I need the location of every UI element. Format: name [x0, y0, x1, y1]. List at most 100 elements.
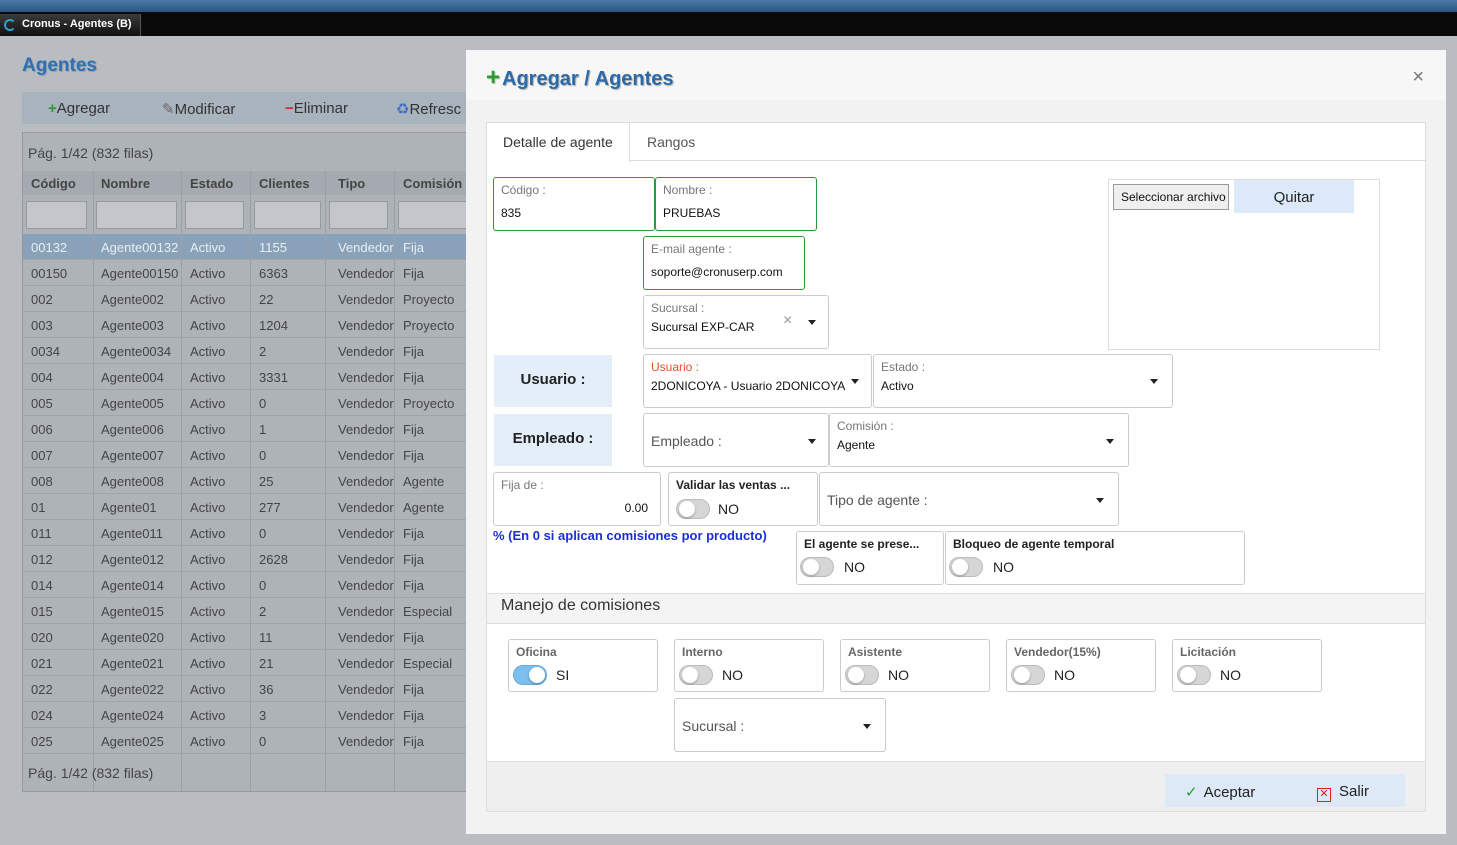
table-row[interactable]: 005 Agente005 Activo 0 Vendedor Proyecto [23, 390, 483, 416]
table-row[interactable]: 0034 Agente0034 Activo 2 Vendedor Fija [23, 338, 483, 364]
table-cell: 1204 [259, 318, 288, 333]
licitacion-toggle[interactable] [1177, 665, 1211, 685]
estado-select[interactable]: Estado : Activo [873, 354, 1173, 408]
chevron-down-icon [1106, 439, 1114, 444]
interno-toggle[interactable] [679, 665, 713, 685]
table-cell: 015 [31, 604, 53, 619]
oficina-toggle-box: Oficina SI [508, 639, 658, 692]
table-cell: Vendedor [338, 396, 394, 411]
table-cell: 3 [259, 708, 267, 723]
interno-toggle-box: Interno NO [674, 639, 824, 692]
table-cell: Agente021 [101, 656, 164, 671]
table-cell: 012 [31, 552, 53, 567]
window-title-bar: Cronus - Agentes (B) [0, 12, 1457, 36]
select-file-button[interactable]: Seleccionar archivo [1113, 184, 1229, 210]
filter-input[interactable] [26, 201, 87, 229]
tab-rangos[interactable]: Rangos [631, 123, 711, 161]
table-cell: Activo [190, 448, 226, 463]
comision-select[interactable]: Comisión : Agente [829, 413, 1129, 467]
col-header[interactable]: Comisión [403, 176, 462, 191]
table-row[interactable]: 00150 Agente00150 Activo 6363 Vendedor Fija [23, 260, 483, 286]
sucursal-select[interactable]: Sucursal : Sucursal EXP-CAR × [643, 295, 829, 349]
table-row[interactable]: 008 Agente008 Activo 25 Vendedor Agente [23, 468, 483, 494]
usuario-select[interactable]: Usuario : 2DONICOYA - Usuario 2DONICOYA [643, 354, 872, 408]
table-cell: Activo [190, 292, 226, 307]
table-row[interactable]: 020 Agente020 Activo 11 Vendedor Fija [23, 624, 483, 650]
accept-button[interactable]: ✓ Aceptar [1185, 783, 1255, 801]
table-cell: Vendedor [338, 240, 394, 255]
oficina-toggle[interactable] [513, 665, 547, 685]
col-header[interactable]: Clientes [259, 176, 310, 191]
toolbar: +Agregar ✎Modificar −Eliminar ♻Refresc [22, 92, 482, 124]
add-button[interactable]: +Agregar [48, 100, 110, 117]
table-cell: 21 [259, 656, 274, 671]
col-header[interactable]: Nombre [101, 176, 150, 191]
filter-input[interactable] [254, 201, 321, 229]
modal-body: Detalle de agente Rangos Código : 835 No… [486, 122, 1426, 812]
col-header[interactable]: Estado [190, 176, 233, 191]
table-cell: 002 [31, 292, 53, 307]
table-row[interactable]: 022 Agente022 Activo 36 Vendedor Fija [23, 676, 483, 702]
modify-button[interactable]: ✎Modificar [162, 100, 235, 118]
table-row[interactable]: 003 Agente003 Activo 1204 Vendedor Proyecto [23, 312, 483, 338]
chevron-down-icon [808, 320, 816, 325]
col-divider [325, 171, 326, 791]
table-row[interactable]: 011 Agente011 Activo 0 Vendedor Fija [23, 520, 483, 546]
col-header[interactable]: Tipo [338, 176, 365, 191]
empleado-select[interactable]: Empleado : [643, 413, 829, 467]
exit-button[interactable]: ✕ Salir [1317, 783, 1369, 802]
fija-field[interactable]: Fija de : 0.00 [493, 472, 661, 526]
table-row[interactable]: 002 Agente002 Activo 22 Vendedor Proyecto [23, 286, 483, 312]
table-row[interactable]: 014 Agente014 Activo 0 Vendedor Fija [23, 572, 483, 598]
tab-detalle[interactable]: Detalle de agente [487, 123, 630, 162]
window-tab[interactable]: Cronus - Agentes (B) [0, 14, 141, 36]
table-cell: 003 [31, 318, 53, 333]
validar-ventas-toggle[interactable] [676, 499, 710, 519]
filter-input[interactable] [329, 201, 388, 229]
table-row[interactable]: 021 Agente021 Activo 21 Vendedor Especial [23, 650, 483, 676]
table-cell: Fija [403, 240, 424, 255]
close-icon[interactable]: × [1412, 66, 1424, 89]
sucursal-commission-select[interactable]: Sucursal : [674, 698, 886, 752]
vendedor-toggle[interactable] [1011, 665, 1045, 685]
table-row[interactable]: 006 Agente006 Activo 1 Vendedor Fija [23, 416, 483, 442]
table-row[interactable]: 00132 Agente00132 Activo 1155 Vendedor Fija [23, 234, 483, 260]
codigo-field[interactable]: Código : 835 [493, 177, 655, 231]
table-cell: Agente00150 [101, 266, 179, 281]
col-header[interactable]: Código [31, 176, 76, 191]
tipo-agente-select[interactable]: Tipo de agente : [819, 472, 1119, 526]
refresh-button[interactable]: ♻Refresc [396, 100, 461, 118]
page-title: Agentes [22, 55, 97, 76]
table-row[interactable]: 01 Agente01 Activo 277 Vendedor Agente [23, 494, 483, 520]
vendedor-toggle-box: Vendedor(15%) NO [1006, 639, 1156, 692]
tab-bar: Detalle de agente Rangos [487, 123, 1425, 162]
filter-input[interactable] [185, 201, 244, 229]
clear-icon[interactable]: × [783, 312, 792, 330]
table-cell: 0 [259, 526, 267, 541]
table-cell: 22 [259, 292, 274, 307]
delete-button[interactable]: −Eliminar [285, 100, 348, 117]
remove-file-button[interactable]: Quitar [1234, 180, 1354, 213]
bloqueo-toggle[interactable] [949, 557, 983, 577]
table-row[interactable]: 012 Agente012 Activo 2628 Vendedor Fija [23, 546, 483, 572]
table-row[interactable]: 015 Agente015 Activo 2 Vendedor Especial [23, 598, 483, 624]
table-row[interactable]: 025 Agente025 Activo 0 Vendedor Fija [23, 728, 483, 754]
nombre-field[interactable]: Nombre : PRUEBAS [655, 177, 817, 231]
filter-input[interactable] [96, 201, 177, 229]
table-cell: 1 [259, 422, 267, 437]
modal-header: + Agregar / Agentes × [466, 50, 1446, 100]
asistente-toggle[interactable] [845, 665, 879, 685]
table-cell: Fija [403, 370, 424, 385]
plus-icon: + [486, 64, 501, 91]
table-cell: 6363 [259, 266, 288, 281]
table-cell: Fija [403, 734, 424, 749]
table-cell: 01 [31, 500, 46, 515]
table-row[interactable]: 007 Agente007 Activo 0 Vendedor Fija [23, 442, 483, 468]
table-row[interactable]: 004 Agente004 Activo 3331 Vendedor Fija [23, 364, 483, 390]
table-cell: Vendedor [338, 604, 394, 619]
table-row[interactable]: 024 Agente024 Activo 3 Vendedor Fija [23, 702, 483, 728]
table-cell: 006 [31, 422, 53, 437]
table-cell: Proyecto [403, 396, 455, 411]
email-field[interactable]: E-mail agente : soporte@cronuserp.com [643, 236, 805, 290]
agente-presenta-toggle[interactable] [800, 557, 834, 577]
